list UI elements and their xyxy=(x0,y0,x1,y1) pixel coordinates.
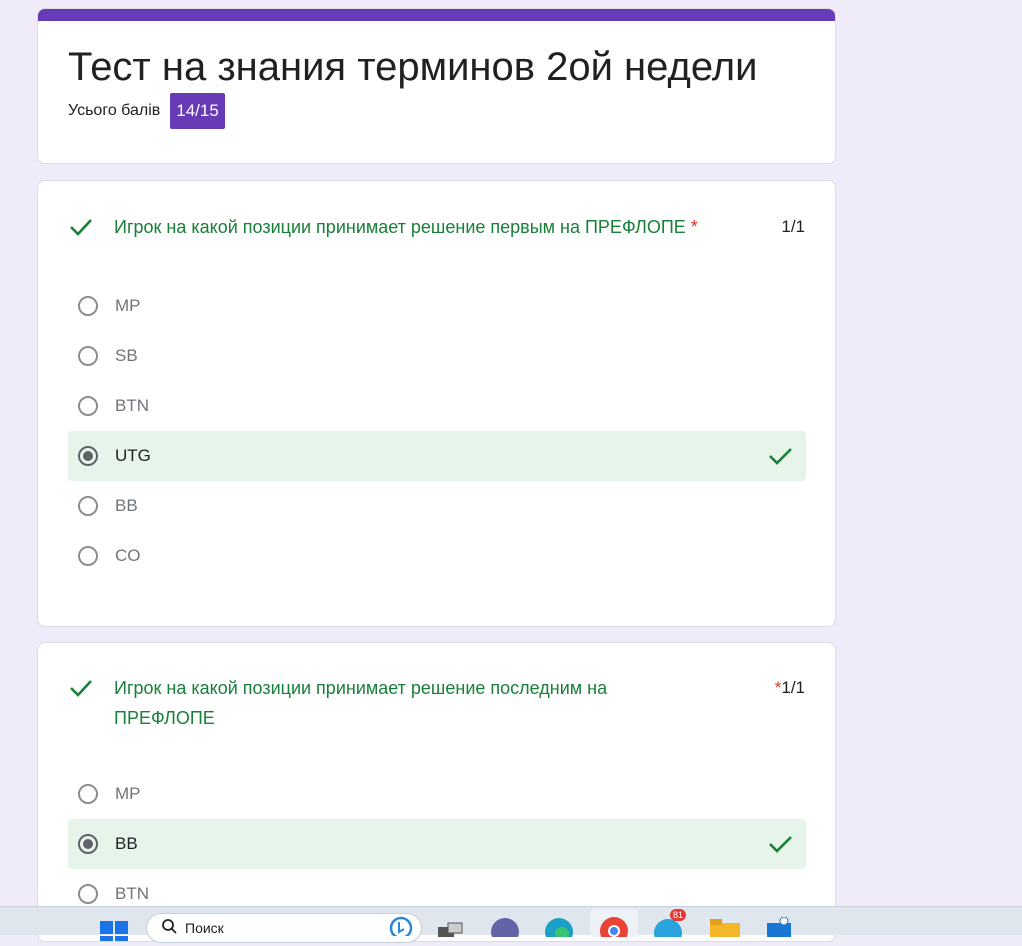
telegram-badge: 81 xyxy=(670,909,687,921)
option-label: BTN xyxy=(115,884,149,903)
option-label: SB xyxy=(115,346,138,365)
radio-button-checked[interactable] xyxy=(78,446,98,466)
radio-button[interactable] xyxy=(78,784,98,804)
task-view-icon[interactable] xyxy=(436,921,464,942)
option-label: CO xyxy=(115,546,141,565)
accent-bar xyxy=(38,9,835,21)
option-bb-selected[interactable]: BB xyxy=(68,819,806,869)
file-explorer-icon[interactable] xyxy=(708,919,742,942)
total-score: Усього балів 14/15 xyxy=(68,93,225,129)
radio-button[interactable] xyxy=(78,346,98,366)
score-label: Усього балів xyxy=(68,102,161,119)
chrome-icon[interactable] xyxy=(590,909,638,945)
radio-button[interactable] xyxy=(78,296,98,316)
option-label: BB xyxy=(115,834,138,853)
question-header: Игрок на какой позиции принимает решение… xyxy=(68,212,805,247)
question-points: 1/1 xyxy=(781,217,805,236)
correct-check-icon xyxy=(68,212,98,247)
radio-button[interactable] xyxy=(78,884,98,904)
option-sb[interactable]: SB xyxy=(68,331,806,381)
question-text-line2: ПРЕФЛОПЕ xyxy=(114,708,215,728)
score-badge: 14/15 xyxy=(170,93,225,129)
required-mark: * xyxy=(690,217,698,237)
store-icon[interactable] xyxy=(764,916,794,942)
question-title: Игрок на какой позиции принимает решение… xyxy=(98,212,773,247)
option-bb[interactable]: BB xyxy=(68,481,806,531)
option-label: UTG xyxy=(115,446,151,465)
question-header: Игрок на какой позиции принимает решение… xyxy=(68,673,805,733)
points-value: 1/1 xyxy=(781,678,805,697)
page-title: Тест на знания терминов 2ой недели xyxy=(68,45,758,89)
radio-button[interactable] xyxy=(78,396,98,416)
form-header-card: Тест на знания терминов 2ой недели Усьог… xyxy=(37,8,836,164)
option-co[interactable]: CO xyxy=(68,531,806,581)
edge-icon[interactable] xyxy=(544,917,574,946)
correct-answer-check-icon xyxy=(768,832,794,861)
option-label: MP xyxy=(115,296,141,315)
correct-answer-check-icon xyxy=(768,444,794,473)
telegram-icon[interactable]: 81 xyxy=(652,909,688,946)
correct-check-icon xyxy=(68,673,98,733)
search-icon xyxy=(161,918,177,939)
bing-icon[interactable] xyxy=(389,916,413,941)
question-title: Игрок на какой позиции принимает решение… xyxy=(98,673,767,733)
option-mp[interactable]: MP xyxy=(68,281,806,331)
option-label: BB xyxy=(115,496,138,515)
question-card-1: Игрок на какой позиции принимает решение… xyxy=(37,180,836,627)
teams-icon[interactable] xyxy=(490,917,520,946)
question-points: *1/1 xyxy=(775,673,805,733)
option-label: BTN xyxy=(115,396,149,415)
taskbar-search-input[interactable]: Поиск xyxy=(146,913,422,943)
question-text-line1: Игрок на какой позиции принимает решение… xyxy=(114,678,608,698)
option-utg-selected[interactable]: UTG xyxy=(68,431,806,481)
radio-button[interactable] xyxy=(78,496,98,516)
radio-button-checked[interactable] xyxy=(78,834,98,854)
radio-button[interactable] xyxy=(78,546,98,566)
taskbar: Поиск 81 xyxy=(0,906,1022,946)
question-text: Игрок на какой позиции принимает решение… xyxy=(114,217,686,237)
question-card-2: Игрок на какой позиции принимает решение… xyxy=(37,642,836,942)
option-label: MP xyxy=(115,784,141,803)
option-mp[interactable]: MP xyxy=(68,769,806,819)
option-btn[interactable]: BTN xyxy=(68,381,806,431)
